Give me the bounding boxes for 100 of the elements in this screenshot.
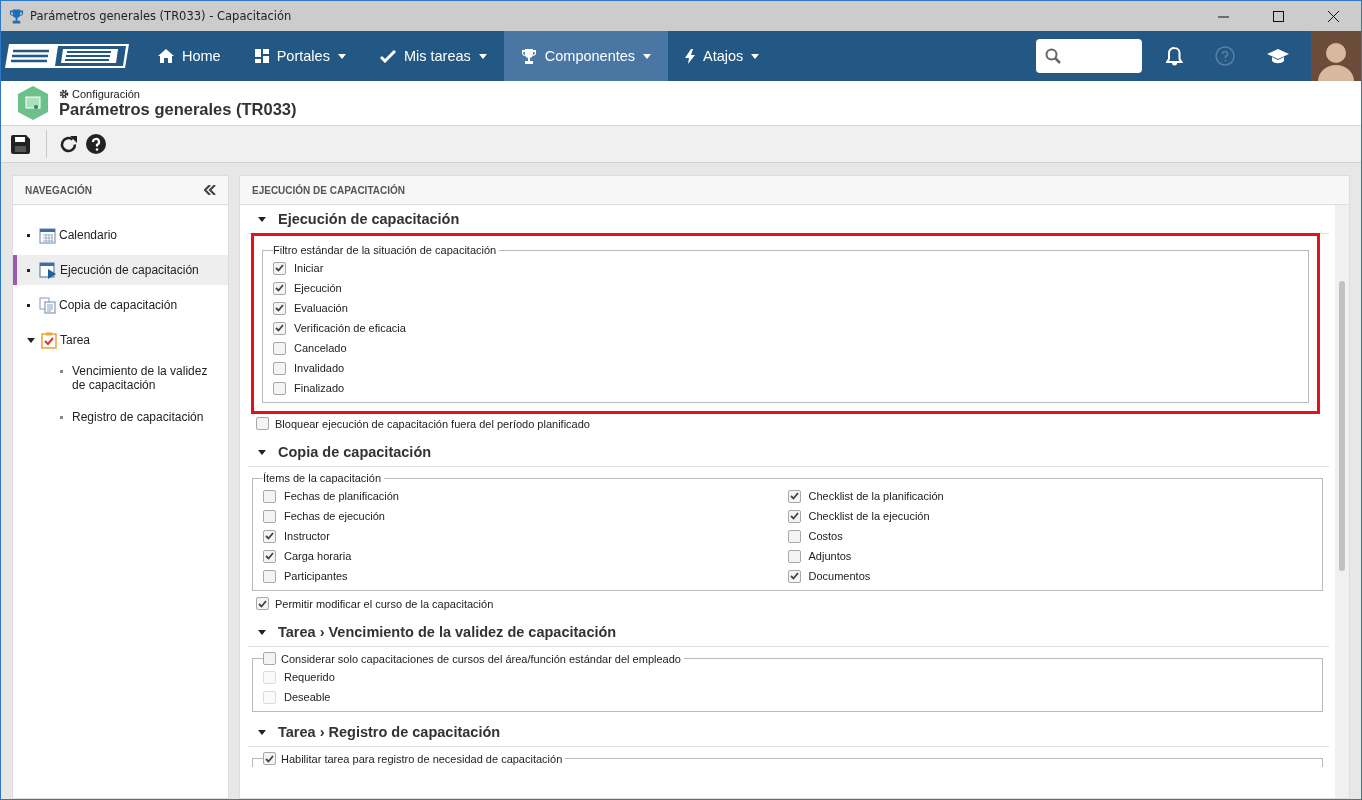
checkbox-label: Costos (808, 530, 843, 542)
checkbox[interactable] (787, 489, 801, 503)
checkbox-label: Iniciar (294, 262, 324, 274)
nav-tree-item[interactable]: Registro de capacitación (13, 406, 228, 428)
certificate-icon (17, 86, 49, 120)
checkbox-label: Invalidado (294, 362, 345, 374)
nav-menu-item[interactable]: Home (141, 31, 238, 81)
checkbox-label: Verificación de eficacia (294, 322, 406, 334)
checkmark-icon (275, 264, 284, 272)
checkbox[interactable] (787, 529, 801, 543)
logo-icon[interactable] (5, 43, 129, 69)
checkbox[interactable] (787, 549, 801, 563)
checkmark-icon (789, 492, 799, 500)
checkbox-label: Fechas de ejecución (284, 510, 385, 522)
scrollbar[interactable] (1335, 205, 1349, 798)
checkbox-label: Bloquear ejecución de capacitación fuera del período planificado (275, 417, 590, 430)
checkbox[interactable] (787, 509, 801, 523)
checkbox[interactable] (273, 361, 286, 375)
window-title: Parámetros generales (TR033) - Capacitación (30, 9, 292, 23)
breadcrumb[interactable]: Configuración (72, 87, 140, 100)
trophy-icon (9, 8, 24, 24)
nav-tree-item[interactable]: Tarea (13, 325, 228, 355)
checkbox-label: Fechas de planificación (284, 490, 399, 502)
check-icon (379, 49, 396, 63)
home-icon (158, 49, 174, 63)
checkbox-label: Ejecución (294, 282, 342, 294)
section-header[interactable]: Ejecución de capacitación (248, 205, 1329, 234)
checkmark-icon (789, 572, 799, 580)
group-legend: Considerar solo capacitaciones de cursos del área/función estándar del empleado (281, 652, 681, 665)
checkbox-label: Requerido (284, 671, 335, 683)
checkbox-label: Permitir modificar el curso de la capacitación (275, 597, 494, 610)
nav-menu-item[interactable]: Mis tareas (362, 31, 504, 81)
nav-menu-item[interactable]: Componentes (503, 31, 669, 81)
save-icon[interactable] (11, 134, 30, 154)
checkbox[interactable] (263, 489, 276, 503)
checkmark-icon (275, 304, 284, 312)
checkbox[interactable] (787, 569, 801, 583)
checkbox[interactable] (273, 261, 286, 275)
checkbox-label: Adjuntos (808, 550, 852, 562)
checkmark-icon (275, 324, 284, 332)
checkbox[interactable] (273, 341, 286, 355)
checkbox[interactable] (263, 652, 276, 665)
gear-icon (59, 88, 69, 99)
checkmark-icon (789, 512, 799, 520)
checkbox[interactable] (256, 417, 269, 430)
group-legend: Habilitar tarea para registro de necesidad de capacitación (281, 752, 563, 765)
checkbox-label: Evaluación (294, 302, 348, 314)
checkmark-icon (265, 552, 274, 560)
checkbox-label: Participantes (284, 570, 348, 582)
section-header[interactable]: Copia de capacitación (248, 438, 1329, 467)
checkmark-icon (265, 754, 274, 763)
window-play-icon (39, 261, 57, 279)
search-icon (1045, 48, 1061, 64)
nav-menu-item[interactable]: Atajos (668, 31, 777, 81)
avatar-silhouette[interactable] (1311, 31, 1361, 81)
documents-icon (39, 296, 56, 314)
bolt-icon (685, 48, 696, 64)
page-title: Parámetros generales (TR033) (59, 99, 297, 119)
nav-menu-item[interactable]: Portales (237, 31, 363, 81)
checkmark-icon (275, 284, 284, 292)
checkmark-icon (258, 599, 267, 608)
nav-tree-item[interactable]: Ejecución de capacitación (13, 255, 228, 285)
checkbox[interactable] (263, 529, 276, 543)
grid-icon (254, 49, 269, 63)
checkbox-label: Documentos (808, 570, 871, 582)
trophy-icon (520, 48, 537, 64)
nav-tree-item[interactable]: Calendario (13, 220, 228, 250)
checkbox-label: Instructor (284, 530, 330, 542)
checkbox-label: Finalizado (294, 382, 345, 394)
group-legend: Filtro estándar de la situación de capacitación (273, 244, 497, 256)
checkbox[interactable] (263, 752, 276, 765)
help-icon[interactable] (86, 134, 106, 154)
refresh-icon[interactable] (59, 134, 78, 154)
checkbox[interactable] (273, 301, 286, 315)
panel-heading: NAVEGACIÓN (25, 184, 93, 196)
nav-tree-item[interactable]: Copia de capacitación (13, 290, 228, 320)
checkbox[interactable] (263, 509, 276, 523)
checkmark-icon (265, 532, 274, 540)
maximize-icon[interactable] (1273, 10, 1284, 22)
search-field[interactable] (1036, 39, 1142, 73)
collapse-icon[interactable] (204, 185, 216, 195)
calendar-icon (39, 226, 56, 244)
checkbox[interactable] (263, 569, 276, 583)
bell-icon[interactable] (1166, 46, 1183, 66)
checkbox[interactable] (273, 321, 286, 335)
section-header[interactable]: Tarea › Registro de capacitación (248, 718, 1329, 747)
section-header[interactable]: Tarea › Vencimiento de la validez de capacitación (248, 618, 1329, 647)
checkbox[interactable] (273, 381, 286, 395)
checkbox[interactable] (263, 549, 276, 563)
checkbox[interactable] (273, 281, 286, 295)
checkbox-label: Carga horaria (284, 550, 352, 562)
group-legend: Ítems de la capacitación (263, 472, 381, 484)
checkbox[interactable] (256, 597, 269, 610)
panel-heading: EJECUCIÓN DE CAPACITACIÓN (252, 184, 405, 196)
close-icon[interactable] (1328, 10, 1339, 22)
graduation-cap-icon[interactable] (1267, 48, 1289, 64)
checkbox-label: Deseable (284, 691, 331, 703)
nav-tree-item[interactable]: Vencimiento de la validez de capacitación (13, 360, 228, 396)
checkbox-label: Checklist de la ejecución (808, 510, 930, 522)
checkbox-label: Cancelado (294, 342, 347, 354)
